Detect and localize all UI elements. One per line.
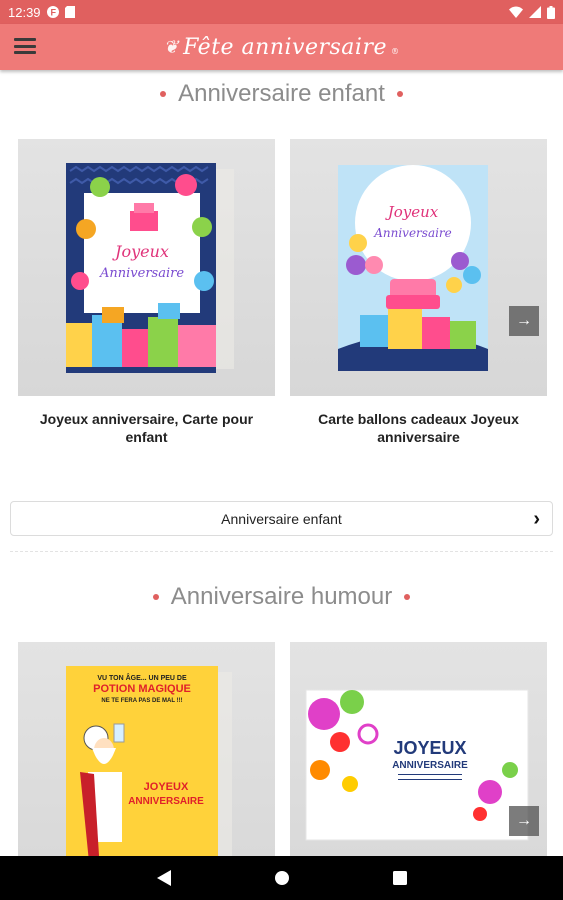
chevron-right-icon: › xyxy=(533,508,540,530)
status-bar: 12:39 F xyxy=(0,0,563,24)
sd-card-icon xyxy=(64,6,75,18)
back-icon[interactable] xyxy=(156,870,171,886)
logo-text: Fête anniversaire xyxy=(183,34,387,60)
title-dot-icon xyxy=(404,594,411,600)
status-time: 12:39 xyxy=(8,4,41,20)
card-illustration-icon: VU TON ÂGE... UN PEU DE POTION MAGIQUE N… xyxy=(66,666,232,856)
card-enfant-2[interactable]: Joyeux Anniversaire → Carte ballons cade… xyxy=(290,139,547,446)
section-divider xyxy=(10,551,553,552)
see-more-button[interactable]: Anniversaire enfant › xyxy=(10,501,553,536)
app-logo: ❦ Fête anniversaire ® xyxy=(164,35,400,60)
section-title-enfant: Anniversaire enfant xyxy=(0,80,563,108)
card-caption[interactable]: Carte ballons cadeaux Joyeux anniversair… xyxy=(290,410,547,446)
title-dot-icon xyxy=(152,594,159,600)
menu-icon[interactable] xyxy=(14,36,36,56)
next-arrow-icon[interactable]: → xyxy=(509,306,539,336)
recents-icon[interactable] xyxy=(392,871,407,885)
section-title-text: Anniversaire enfant xyxy=(178,80,385,107)
content-area[interactable]: Anniversaire enfant Joyeux Anniversaire … xyxy=(0,70,563,856)
card-text-title: JOYEUX xyxy=(393,738,466,758)
next-arrow-icon[interactable]: → xyxy=(509,806,539,836)
notification-f-icon: F xyxy=(46,6,59,18)
home-icon[interactable] xyxy=(274,871,289,885)
svg-text:Joyeux: Joyeux xyxy=(112,242,169,261)
card-thumbnail[interactable]: Joyeux Anniversaire xyxy=(18,139,275,396)
card-enfant-1[interactable]: Joyeux Anniversaire Joyeux anniversaire,… xyxy=(18,139,275,446)
card-illustration-icon: Joyeux Anniversaire xyxy=(338,165,488,371)
title-dot-icon xyxy=(160,91,167,97)
card-humour-2[interactable]: JOYEUX ANNIVERSAIRE → xyxy=(290,642,547,856)
card-thumbnail[interactable]: Joyeux Anniversaire → xyxy=(290,139,547,396)
svg-text:Anniversaire: Anniversaire xyxy=(99,266,184,281)
signal-icon xyxy=(529,6,541,18)
wifi-icon xyxy=(509,6,523,18)
title-dot-icon xyxy=(396,91,403,97)
card-text-mid: POTION MAGIQUE xyxy=(93,683,191,695)
system-nav-bar xyxy=(0,856,563,900)
battery-icon xyxy=(547,5,555,19)
card-text-sub: NE TE FERA PAS DE MAL !!! xyxy=(101,698,182,704)
svg-text:JOYEUX: JOYEUX xyxy=(144,781,189,793)
card-thumbnail[interactable]: VU TON ÂGE... UN PEU DE POTION MAGIQUE N… xyxy=(18,642,275,856)
svg-text:Joyeux: Joyeux xyxy=(385,203,439,221)
svg-text:Anniversaire: Anniversaire xyxy=(373,226,452,240)
card-text-sub: ANNIVERSAIRE xyxy=(392,760,468,771)
svg-text:ANNIVERSAIRE: ANNIVERSAIRE xyxy=(128,796,204,807)
card-caption[interactable]: Joyeux anniversaire, Carte pour enfant xyxy=(18,410,275,446)
card-thumbnail[interactable]: JOYEUX ANNIVERSAIRE → xyxy=(290,642,547,856)
section-title-text: Anniversaire humour xyxy=(170,583,393,610)
app-bar: ❦ Fête anniversaire ® xyxy=(0,24,563,70)
see-more-label: Anniversaire enfant xyxy=(221,510,342,527)
svg-text:F: F xyxy=(50,8,56,18)
logo-swirl-icon: ❦ xyxy=(163,36,180,58)
section-title-humour: Anniversaire humour xyxy=(0,583,563,611)
card-illustration-icon: Joyeux Anniversaire xyxy=(66,163,234,373)
card-humour-1[interactable]: VU TON ÂGE... UN PEU DE POTION MAGIQUE N… xyxy=(18,642,275,856)
logo-trademark: ® xyxy=(390,46,400,56)
card-text-top: VU TON ÂGE... UN PEU DE xyxy=(97,673,187,682)
